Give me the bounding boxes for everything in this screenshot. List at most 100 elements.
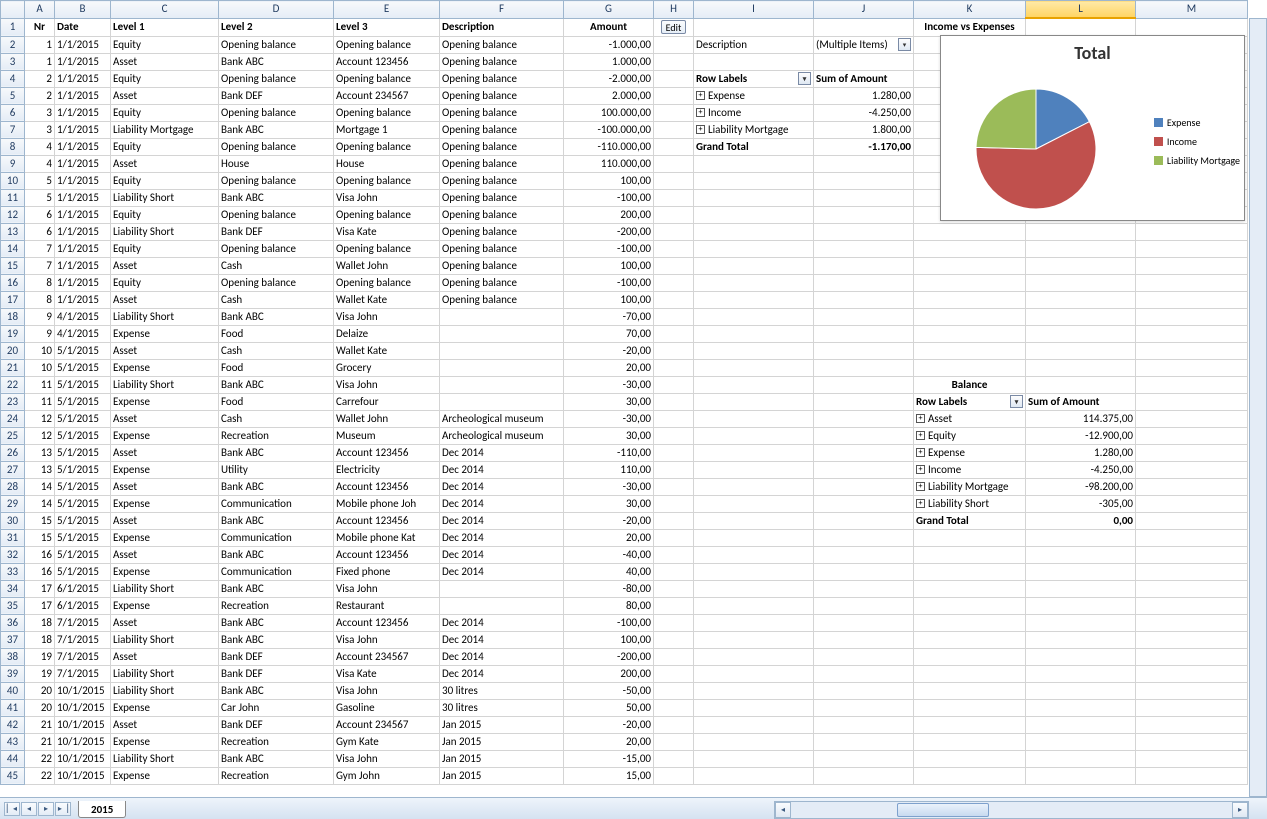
row-header-26[interactable]: 26 — [1, 444, 25, 461]
cell-I25[interactable] — [694, 427, 814, 444]
cell-J41[interactable] — [814, 699, 914, 716]
cell-D43[interactable]: Recreation — [219, 733, 334, 750]
row-header-24[interactable]: 24 — [1, 410, 25, 427]
cell-M26[interactable] — [1136, 444, 1248, 461]
cell-A14[interactable]: 7 — [25, 240, 55, 257]
cell-J26[interactable] — [814, 444, 914, 461]
cell-F36[interactable]: Dec 2014 — [440, 614, 564, 631]
row-header-21[interactable]: 21 — [1, 359, 25, 376]
cell-G14[interactable]: -100,00 — [564, 240, 654, 257]
cell-I43[interactable] — [694, 733, 814, 750]
cell-A39[interactable]: 19 — [25, 665, 55, 682]
cell-D32[interactable]: Bank ABC — [219, 546, 334, 563]
row-header-17[interactable]: 17 — [1, 291, 25, 308]
column-header-G[interactable]: G — [564, 1, 654, 19]
cell-D35[interactable]: Recreation — [219, 597, 334, 614]
cell-A30[interactable]: 15 — [25, 512, 55, 529]
cell-E42[interactable]: Account 234567 — [334, 716, 440, 733]
cell-G21[interactable]: 20,00 — [564, 359, 654, 376]
cell-D3[interactable]: Bank ABC — [219, 53, 334, 70]
cell-K34[interactable] — [914, 580, 1026, 597]
cell-D11[interactable]: Bank ABC — [219, 189, 334, 206]
cell-B27[interactable]: 5/1/2015 — [55, 461, 111, 478]
cell-J4[interactable]: Sum of Amount — [814, 70, 914, 87]
cell-G15[interactable]: 100,00 — [564, 257, 654, 274]
cell-I11[interactable] — [694, 189, 814, 206]
cell-J22[interactable] — [814, 376, 914, 393]
cell-D26[interactable]: Bank ABC — [219, 444, 334, 461]
cell-I27[interactable] — [694, 461, 814, 478]
cell-E32[interactable]: Account 123456 — [334, 546, 440, 563]
cell-D39[interactable]: Bank DEF — [219, 665, 334, 682]
horizontal-scrollbar[interactable]: ◂ ▸ — [774, 801, 1249, 819]
cell-H17[interactable] — [654, 291, 694, 308]
row-header-2[interactable]: 2 — [1, 36, 25, 53]
row-header-8[interactable]: 8 — [1, 138, 25, 155]
cell-B11[interactable]: 1/1/2015 — [55, 189, 111, 206]
cell-I20[interactable] — [694, 342, 814, 359]
cell-A42[interactable]: 21 — [25, 716, 55, 733]
cell-I40[interactable] — [694, 682, 814, 699]
cell-K39[interactable] — [914, 665, 1026, 682]
cell-M37[interactable] — [1136, 631, 1248, 648]
row-header-19[interactable]: 19 — [1, 325, 25, 342]
column-header-H[interactable]: H — [654, 1, 694, 19]
cell-F29[interactable]: Dec 2014 — [440, 495, 564, 512]
cell-C28[interactable]: Asset — [111, 478, 219, 495]
cell-M34[interactable] — [1136, 580, 1248, 597]
cell-I18[interactable] — [694, 308, 814, 325]
cell-J15[interactable] — [814, 257, 914, 274]
cell-L17[interactable] — [1026, 291, 1136, 308]
cell-H31[interactable] — [654, 529, 694, 546]
cell-L35[interactable] — [1026, 597, 1136, 614]
cell-C2[interactable]: Equity — [111, 36, 219, 53]
column-header-D[interactable]: D — [219, 1, 334, 19]
cell-B45[interactable]: 10/1/2015 — [55, 767, 111, 784]
cell-I23[interactable] — [694, 393, 814, 410]
cell-K43[interactable] — [914, 733, 1026, 750]
cell-I29[interactable] — [694, 495, 814, 512]
cell-I39[interactable] — [694, 665, 814, 682]
cell-H26[interactable] — [654, 444, 694, 461]
tab-nav-first-icon[interactable]: ▏◂ — [4, 802, 20, 816]
cell-K33[interactable] — [914, 563, 1026, 580]
row-header-10[interactable]: 10 — [1, 172, 25, 189]
cell-C36[interactable]: Asset — [111, 614, 219, 631]
cell-F28[interactable]: Dec 2014 — [440, 478, 564, 495]
cell-E43[interactable]: Gym Kate — [334, 733, 440, 750]
cell-A10[interactable]: 5 — [25, 172, 55, 189]
cell-G38[interactable]: -200,00 — [564, 648, 654, 665]
cell-C29[interactable]: Expense — [111, 495, 219, 512]
cell-B7[interactable]: 1/1/2015 — [55, 121, 111, 138]
column-header-I[interactable]: I — [694, 1, 814, 19]
cell-M27[interactable] — [1136, 461, 1248, 478]
cell-D6[interactable]: Opening balance — [219, 104, 334, 121]
cell-H45[interactable] — [654, 767, 694, 784]
row-header-33[interactable]: 33 — [1, 563, 25, 580]
cell-F6[interactable]: Opening balance — [440, 104, 564, 121]
cell-K22[interactable]: Balance — [914, 376, 1026, 393]
row-header-37[interactable]: 37 — [1, 631, 25, 648]
cell-F32[interactable]: Dec 2014 — [440, 546, 564, 563]
cell-G10[interactable]: 100,00 — [564, 172, 654, 189]
cell-L22[interactable] — [1026, 376, 1136, 393]
pivot-dropdown-icon[interactable]: ▾ — [1010, 395, 1023, 408]
cell-I21[interactable] — [694, 359, 814, 376]
cell-E37[interactable]: Visa John — [334, 631, 440, 648]
cell-F9[interactable]: Opening balance — [440, 155, 564, 172]
cell-C14[interactable]: Equity — [111, 240, 219, 257]
cell-A28[interactable]: 14 — [25, 478, 55, 495]
row-header-38[interactable]: 38 — [1, 648, 25, 665]
cell-F19[interactable] — [440, 325, 564, 342]
column-header-C[interactable]: C — [111, 1, 219, 19]
cell-A27[interactable]: 13 — [25, 461, 55, 478]
cell-D40[interactable]: Bank ABC — [219, 682, 334, 699]
cell-L34[interactable] — [1026, 580, 1136, 597]
cell-J39[interactable] — [814, 665, 914, 682]
cell-B37[interactable]: 7/1/2015 — [55, 631, 111, 648]
cell-M16[interactable] — [1136, 274, 1248, 291]
cell-K29[interactable]: +Liability Short — [914, 495, 1026, 512]
cell-F20[interactable] — [440, 342, 564, 359]
cell-L24[interactable]: 114.375,00 — [1026, 410, 1136, 427]
cell-C9[interactable]: Asset — [111, 155, 219, 172]
